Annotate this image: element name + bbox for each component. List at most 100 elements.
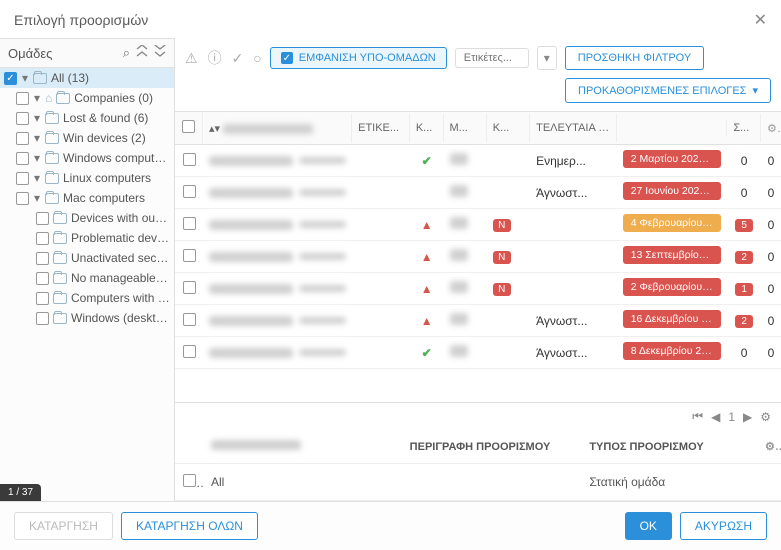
show-subgroups-label: ΕΜΦΑΝΙΣΗ ΥΠΟ-ΟΜΑΔΩΝ [299, 52, 436, 64]
col-m[interactable]: M... [444, 114, 487, 142]
device-name [209, 284, 293, 294]
tree-item[interactable]: Unactivated security product [0, 248, 174, 268]
tree-item-label: Linux computers [63, 171, 151, 185]
checkbox[interactable] [36, 272, 49, 285]
table-row[interactable]: Άγνωστ...27 Ιουνίου 2023 ...00 [175, 177, 781, 209]
tree-item[interactable]: ▾Windows computers [0, 148, 174, 168]
add-filter-button[interactable]: ΠΡΟΣΘΗΚΗ ΦΙΛΤΡΟΥ [565, 46, 704, 70]
pager-next-icon[interactable]: ▶ [743, 410, 752, 424]
grid-body[interactable]: ✔Ενημερ...2 Μαρτίου 2022 ...00Άγνωστ...2… [175, 145, 781, 402]
tree-item[interactable]: ▾Win devices (2) [0, 128, 174, 148]
check-icon[interactable]: ✓ [232, 50, 244, 67]
col-k1[interactable]: K... [410, 114, 444, 142]
col-name-label [223, 124, 313, 134]
tags-dropdown[interactable]: ▾ [537, 46, 557, 70]
expand-all-icon[interactable] [154, 45, 166, 61]
col-s[interactable]: Σ... [727, 114, 761, 142]
table-row[interactable]: ▲Ν2 Φεβρουαρίου ...10 [175, 273, 781, 305]
groups-tree[interactable]: ✓▾All (13)▾⌂Companies (0)▾Lost & found (… [0, 68, 174, 501]
col-date[interactable] [617, 120, 728, 136]
tree-item[interactable]: Problematic devices [0, 228, 174, 248]
table-row[interactable]: ▲Άγνωστ...16 Δεκεμβρίου 2...20 [175, 305, 781, 337]
tree-item[interactable]: Computers with outdated operating system [0, 288, 174, 308]
col-k2[interactable]: K... [487, 114, 530, 142]
circle-icon[interactable]: ○ [253, 50, 261, 66]
chevron-down-icon[interactable]: ▾ [33, 111, 41, 125]
col-gear[interactable]: ⚙ [761, 114, 781, 143]
folder-icon [45, 133, 59, 144]
row-checkbox[interactable] [183, 313, 196, 326]
row-checkbox[interactable] [183, 217, 196, 230]
info-icon[interactable]: ⓘ [208, 48, 222, 68]
row-checkbox[interactable] [183, 185, 196, 198]
modal-header: Επιλογή προορισμών ✕ [0, 0, 781, 38]
table-row[interactable]: ✔Ενημερ...2 Μαρτίου 2022 ...00 [175, 145, 781, 177]
table-row[interactable]: ▲Ν13 Σεπτεμβρίου ...20 [175, 241, 781, 273]
collapse-all-icon[interactable] [136, 45, 148, 61]
chevron-down-icon[interactable]: ▾ [33, 91, 41, 105]
checkbox[interactable] [36, 232, 49, 245]
tree-item[interactable]: ▾ Linux computers [0, 168, 174, 188]
subgrid-col-type[interactable]: ΤΥΠΟΣ ΠΡΟΟΡΙΣΜΟΥ [581, 431, 757, 463]
tree-item[interactable]: No manageable security product [0, 268, 174, 288]
checkbox[interactable] [36, 212, 49, 225]
status-warning-icon: ▲ [421, 282, 433, 296]
table-row[interactable]: ✔Άγνωστ...8 Δεκεμβρίου 20...00 [175, 337, 781, 369]
checkbox[interactable]: ✓ [4, 72, 17, 85]
checkbox[interactable] [36, 312, 49, 325]
close-icon[interactable]: ✕ [754, 10, 767, 30]
row-checkbox[interactable] [183, 474, 196, 487]
subgrid-col-gear[interactable]: ⚙ [757, 430, 781, 463]
checkbox-checked-icon: ✓ [281, 52, 293, 64]
chevron-down-icon[interactable]: ▾ [33, 131, 41, 145]
company-icon: ⌂ [45, 91, 52, 105]
row-checkbox[interactable] [183, 345, 196, 358]
checkbox[interactable] [16, 152, 29, 165]
pager-settings-icon[interactable]: ⚙ [760, 410, 771, 424]
tree-item[interactable]: ✓▾All (13) [0, 68, 174, 88]
subgrid-row[interactable]: AllΣτατική ομάδα [175, 464, 781, 501]
checkbox[interactable] [36, 292, 49, 305]
tags-input[interactable] [462, 51, 522, 65]
tree-item[interactable]: ▾Mac computers [0, 188, 174, 208]
checkbox[interactable] [16, 112, 29, 125]
col-last-conn[interactable]: ΤΕΛΕΥΤΑΙΑ ΣΥΝΔ... [530, 114, 617, 142]
chevron-down-icon[interactable]: ▾ [33, 171, 41, 185]
tree-item-label: Unactivated security product [71, 251, 170, 265]
row-checkbox[interactable] [183, 249, 196, 262]
subgrid-col-desc[interactable]: ΠΕΡΙΓΡΑΦΗ ΠΡΟΟΡΙΣΜΟΥ [379, 431, 582, 463]
warning-icon[interactable]: ⚠ [185, 50, 198, 67]
ok-button[interactable]: OK [625, 512, 672, 540]
tree-item[interactable]: Devices with outdated module [0, 208, 174, 228]
tree-item[interactable]: ▾Lost & found (6) [0, 108, 174, 128]
remove-button[interactable]: ΚΑΤΑΡΓΗΣΗ [14, 512, 113, 540]
pager-prev-icon[interactable]: ◀ [711, 410, 720, 424]
checkbox[interactable] [16, 172, 29, 185]
pager-first-icon[interactable]: ⏮ [692, 409, 703, 424]
count-badge: 2 [735, 251, 753, 264]
show-subgroups-toggle[interactable]: ✓ ΕΜΦΑΝΙΣΗ ΥΠΟ-ΟΜΑΔΩΝ [270, 47, 447, 69]
table-row[interactable]: ▲Ν4 Φεβρουαρίου ...50 [175, 209, 781, 241]
preset-options-button[interactable]: ΠΡΟΚΑΘΟΡΙΣΜΕΝΕΣ ΕΠΙΛΟΓΕΣ ▾ [565, 78, 771, 103]
tree-item[interactable]: Windows (desktops) [0, 308, 174, 328]
devices-grid: ▴▾ ETIKE... K... M... K... ΤΕΛΕΥΤΑΙΑ ΣΥΝ… [175, 111, 781, 501]
select-all-checkbox[interactable] [182, 120, 195, 133]
checkbox[interactable] [36, 252, 49, 265]
col-tags[interactable]: ETIKE... [352, 114, 410, 142]
tree-item[interactable]: ▾⌂Companies (0) [0, 88, 174, 108]
row-checkbox[interactable] [183, 153, 196, 166]
checkbox[interactable] [16, 92, 29, 105]
col-name[interactable]: ▴▾ [203, 114, 352, 143]
checkbox[interactable] [16, 132, 29, 145]
tags-filter[interactable] [455, 48, 529, 68]
chevron-down-icon[interactable]: ▾ [21, 71, 29, 85]
status-warning-icon: ▲ [421, 218, 433, 232]
search-icon[interactable]: ⌕ [123, 45, 130, 61]
remove-all-button[interactable]: ΚΑΤΑΡΓΗΣΗ ΟΛΩΝ [121, 512, 258, 540]
row-checkbox[interactable] [183, 281, 196, 294]
chevron-down-icon[interactable]: ▾ [33, 151, 41, 165]
cancel-button[interactable]: ΑΚΥΡΩΣΗ [680, 512, 767, 540]
chevron-down-icon[interactable]: ▾ [33, 191, 41, 205]
checkbox[interactable] [16, 192, 29, 205]
preset-options-label: ΠΡΟΚΑΘΟΡΙΣΜΕΝΕΣ ΕΠΙΛΟΓΕΣ [578, 85, 746, 97]
